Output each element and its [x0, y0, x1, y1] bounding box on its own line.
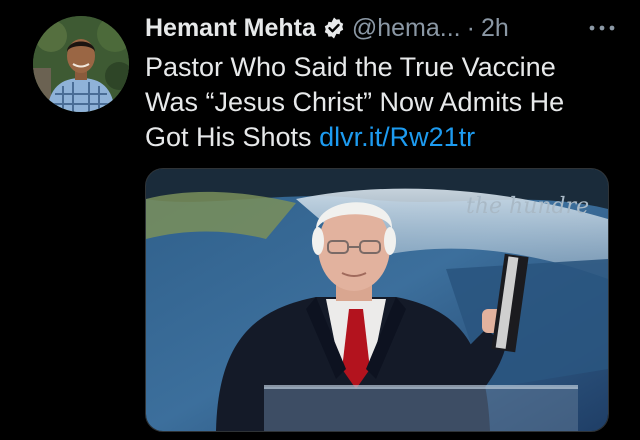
author-handle[interactable]: @hema...: [352, 14, 461, 43]
author-name[interactable]: Hemant Mehta: [145, 14, 316, 43]
tweet[interactable]: Hemant Mehta @hema... · 2h Pastor Who Sa…: [0, 0, 640, 440]
avatar-image: [33, 16, 129, 112]
verified-badge-icon: [324, 17, 344, 39]
avatar[interactable]: [33, 16, 129, 112]
separator-dot: ·: [466, 13, 475, 42]
tweet-text: Pastor Who Said the True Vaccine Was “Je…: [145, 50, 615, 155]
tweet-timestamp[interactable]: 2h: [481, 14, 509, 43]
tweet-media-image[interactable]: the hundre: [145, 168, 609, 432]
tweet-link[interactable]: dlvr.it/Rw21tr: [319, 122, 475, 152]
tweet-header: Hemant Mehta @hema... · 2h: [145, 12, 625, 44]
more-options-icon[interactable]: [587, 16, 617, 40]
media-watermark: the hundre: [466, 194, 589, 219]
media-photo: the hundre: [146, 169, 608, 431]
